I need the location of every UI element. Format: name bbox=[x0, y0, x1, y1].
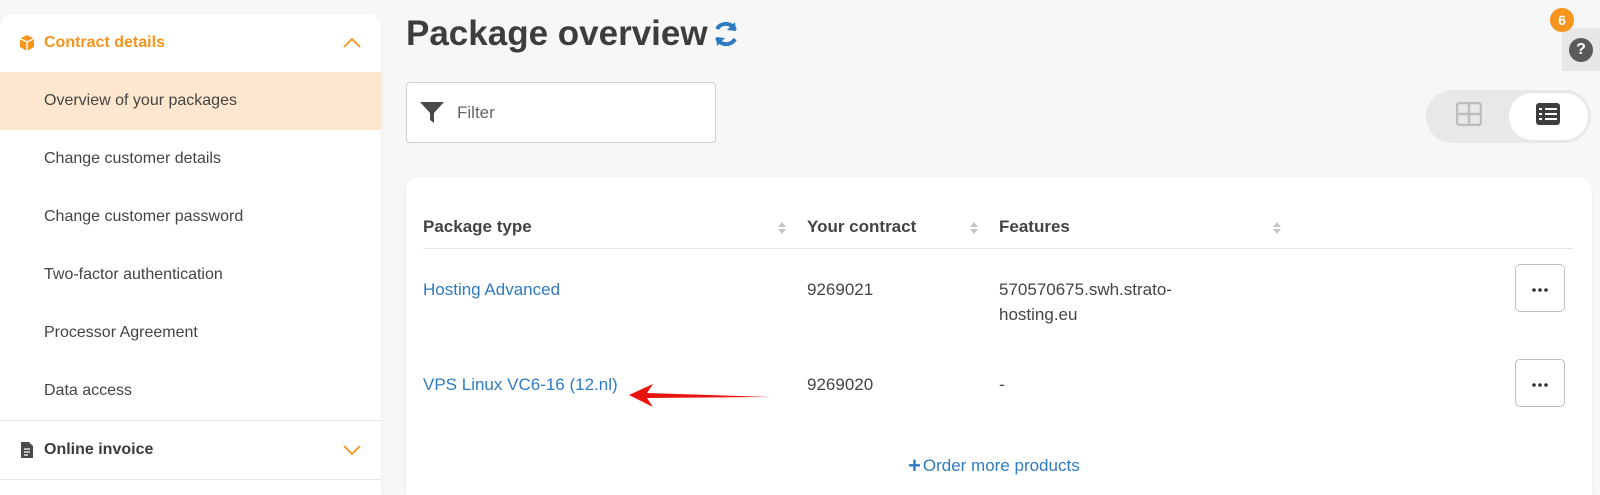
table-header: Package type Your contract Features bbox=[423, 205, 1573, 249]
sidebar-item-label: Two-factor authentication bbox=[44, 266, 223, 283]
sidebar-item-label: Change customer details bbox=[44, 150, 221, 167]
sidebar-item-change-customer-password[interactable]: Change customer password bbox=[0, 188, 381, 246]
order-more-label: Order more products bbox=[922, 456, 1080, 475]
grid-view-button[interactable] bbox=[1429, 93, 1509, 140]
contract-number: 9269021 bbox=[807, 280, 874, 299]
annotation-arrow-icon bbox=[629, 384, 770, 407]
features-text: - bbox=[999, 375, 1005, 394]
features-text: 570570675.swh.strato-hosting.eu bbox=[999, 277, 1172, 327]
list-view-button[interactable] bbox=[1508, 93, 1588, 140]
sidebar-item-two-factor-auth[interactable]: Two-factor authentication bbox=[0, 246, 381, 304]
view-toggle bbox=[1426, 90, 1591, 143]
chevron-up-icon bbox=[341, 32, 363, 54]
sort-icon[interactable] bbox=[777, 220, 787, 236]
refresh-icon[interactable] bbox=[710, 18, 742, 50]
filter-box[interactable] bbox=[406, 82, 716, 143]
column-header-your-contract[interactable]: Your contract bbox=[807, 217, 916, 237]
page-title-wrap: Package overview bbox=[406, 14, 742, 54]
more-actions-button[interactable] bbox=[1515, 359, 1565, 407]
sidebar-section-online-invoice[interactable]: Online invoice bbox=[0, 421, 381, 479]
notification-badge[interactable]: 6 bbox=[1550, 8, 1574, 32]
sidebar: Contract details Overview of your packag… bbox=[0, 14, 381, 495]
features-line: hosting.eu bbox=[999, 305, 1078, 324]
grid-icon bbox=[1455, 101, 1482, 131]
sidebar-item-change-customer-details[interactable]: Change customer details bbox=[0, 130, 381, 188]
sidebar-section-contract-details[interactable]: Contract details bbox=[0, 14, 381, 72]
more-actions-button[interactable] bbox=[1515, 264, 1565, 312]
column-header-package-type[interactable]: Package type bbox=[423, 217, 532, 237]
package-type-link[interactable]: Hosting Advanced bbox=[423, 277, 560, 302]
funnel-icon bbox=[419, 100, 445, 126]
sidebar-item-data-access[interactable]: Data access bbox=[0, 362, 381, 420]
document-icon bbox=[18, 441, 36, 459]
contract-number: 9269020 bbox=[807, 375, 874, 394]
ellipsis-icon bbox=[1532, 374, 1548, 392]
table-row: VPS Linux VC6-16 (12.nl) 9269020 - bbox=[423, 359, 1573, 462]
help-icon: ? bbox=[1569, 37, 1593, 62]
box-icon bbox=[18, 34, 36, 52]
list-icon bbox=[1535, 102, 1561, 131]
sidebar-section-label: Online invoice bbox=[44, 441, 154, 458]
package-type-link[interactable]: VPS Linux VC6-16 (12.nl) bbox=[423, 372, 618, 397]
sidebar-item-label: Processor Agreement bbox=[44, 324, 198, 341]
help-tab[interactable]: ? bbox=[1562, 28, 1600, 71]
sidebar-item-label: Change customer password bbox=[44, 208, 244, 225]
sort-icon[interactable] bbox=[969, 220, 979, 236]
plus-icon: + bbox=[908, 453, 921, 478]
features-line: 570570675.swh.strato- bbox=[999, 280, 1172, 299]
ellipsis-icon bbox=[1532, 279, 1548, 297]
sidebar-item-label: Data access bbox=[44, 382, 133, 399]
sort-icon[interactable] bbox=[1272, 220, 1282, 236]
packages-table-card: Package type Your contract Features Host… bbox=[406, 177, 1592, 495]
sidebar-item-label: Overview of your packages bbox=[44, 92, 237, 109]
order-more-products-link[interactable]: + Order more products bbox=[908, 455, 1080, 477]
sidebar-divider bbox=[0, 479, 381, 480]
sidebar-item-overview-packages[interactable]: Overview of your packages bbox=[0, 72, 381, 130]
table-row: Hosting Advanced 9269021 570570675.swh.s… bbox=[423, 264, 1573, 367]
filter-input[interactable] bbox=[457, 102, 697, 123]
column-header-features[interactable]: Features bbox=[999, 217, 1070, 237]
sidebar-section-label: Contract details bbox=[44, 34, 165, 51]
sidebar-item-processor-agreement[interactable]: Processor Agreement bbox=[0, 304, 381, 362]
chevron-down-icon bbox=[341, 439, 363, 461]
page-title: Package overview bbox=[406, 14, 708, 53]
